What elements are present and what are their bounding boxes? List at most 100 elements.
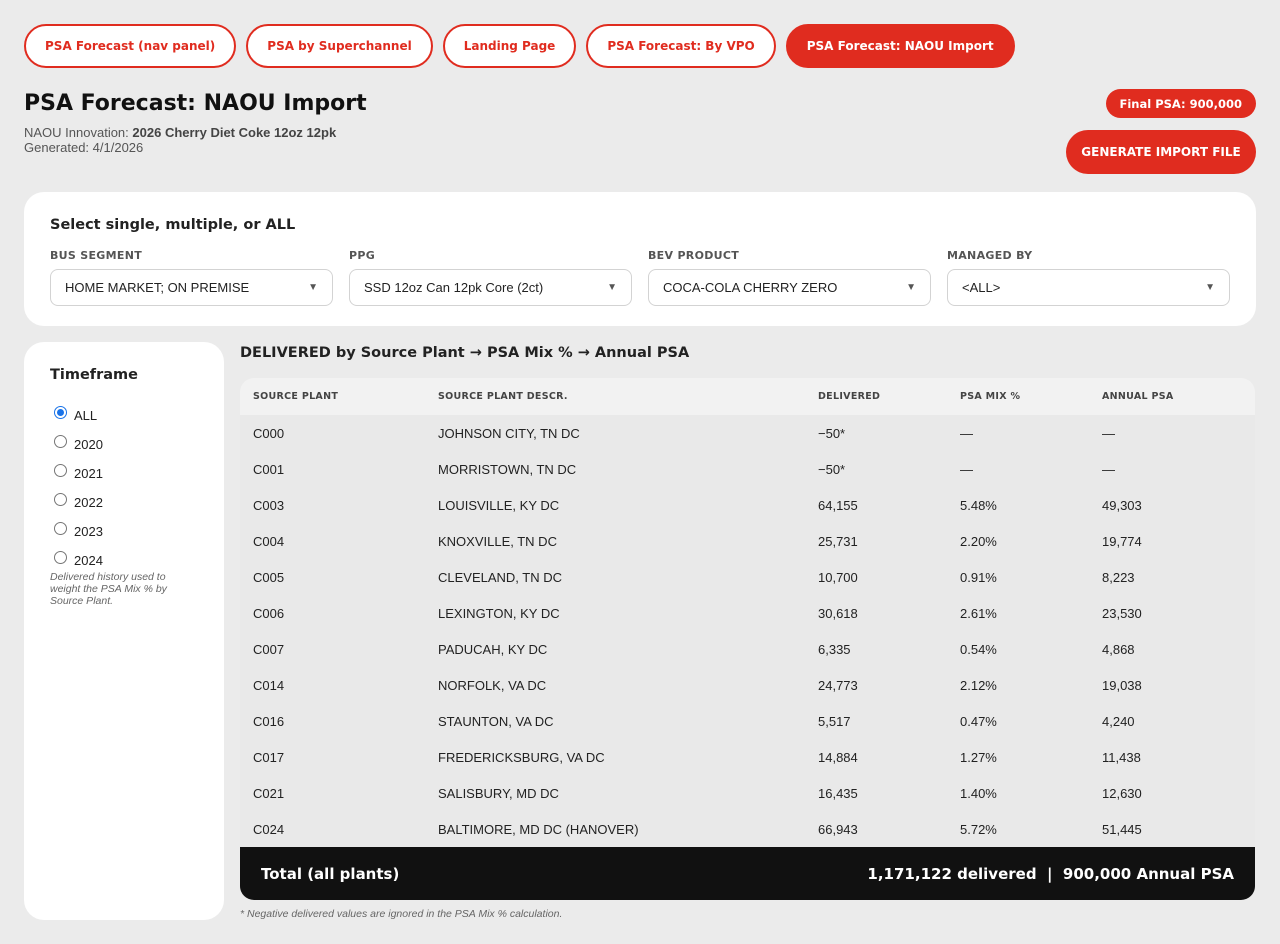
cell-psa-mix: 0.47%: [960, 713, 997, 729]
cell-source-plant-descr: JOHNSON CITY, TN DC: [438, 425, 580, 441]
ppg-select[interactable]: SSD 12oz Can 12pk Core (2ct) ▼: [349, 269, 632, 306]
cell-source-plant-descr: BALTIMORE, MD DC (HANOVER): [438, 821, 639, 837]
table-row: C004 KNOXVILLE, TN DC 25,731 2.20% 19,774: [240, 523, 1255, 559]
timeframe-option-2023[interactable]: 2023: [54, 517, 103, 546]
table-row: C005 CLEVELAND, TN DC 10,700 0.91% 8,223: [240, 559, 1255, 595]
cell-source-plant-descr: MORRISTOWN, TN DC: [438, 461, 577, 477]
filter-bus-segment: BUS SEGMENT HOME MARKET; ON PREMISE ▼: [50, 249, 333, 306]
column-header-delivered: DELIVERED: [818, 391, 881, 402]
cell-source-plant: C003: [253, 497, 285, 513]
psa-table-container: SOURCE PLANT SOURCE PLANT DESCR. DELIVER…: [240, 378, 1255, 900]
bev-product-select[interactable]: COCA-COLA CHERRY ZERO ▼: [648, 269, 931, 306]
final-psa-badge: Final PSA: 900,000: [1105, 89, 1256, 118]
cell-source-plant-descr: LEXINGTON, KY DC: [438, 605, 560, 621]
cell-annual-psa: —: [1102, 425, 1115, 441]
cell-annual-psa: —: [1102, 461, 1115, 477]
column-header-annual-psa: ANNUAL PSA: [1102, 391, 1174, 402]
radio-button[interactable]: [54, 551, 67, 564]
cell-source-plant: C014: [253, 677, 285, 693]
radio-button[interactable]: [54, 406, 67, 419]
table-row: C016 STAUNTON, VA DC 5,517 0.47% 4,240: [240, 703, 1255, 739]
innovation-value: 2026 Cherry Diet Coke 12oz 12pk: [132, 125, 337, 140]
cell-delivered: 24,773: [818, 677, 858, 693]
tab-psa-forecast-by-vpo[interactable]: PSA Forecast: By VPO: [586, 24, 776, 68]
tab-psa-by-superchannel[interactable]: PSA by Superchannel: [246, 24, 433, 68]
cell-source-plant-descr: FREDERICKSBURG, VA DC: [438, 749, 605, 765]
timeframe-option-2020[interactable]: 2020: [54, 430, 103, 459]
cell-annual-psa: 49,303: [1102, 497, 1142, 513]
tab-landing-page[interactable]: Landing Page: [442, 24, 577, 68]
table-row: C003 LOUISVILLE, KY DC 64,155 5.48% 49,303: [240, 487, 1255, 523]
timeframe-option-all[interactable]: ALL: [54, 401, 103, 430]
managed-by-select[interactable]: <ALL> ▼: [947, 269, 1230, 306]
cell-source-plant-descr: SALISBURY, MD DC: [438, 785, 559, 801]
cell-annual-psa: 19,774: [1102, 533, 1142, 549]
filter-label: BUS SEGMENT: [50, 249, 143, 262]
table-row: C007 PADUCAH, KY DC 6,335 0.54% 4,868: [240, 631, 1255, 667]
innovation-label: NAOU Innovation:: [24, 125, 129, 140]
generate-import-file-button[interactable]: GENERATE IMPORT FILE: [1066, 130, 1256, 174]
filter-ppg: PPG SSD 12oz Can 12pk Core (2ct) ▼: [349, 249, 632, 306]
cell-annual-psa: 12,630: [1102, 785, 1142, 801]
filter-bev-product: BEV PRODUCT COCA-COLA CHERRY ZERO ▼: [648, 249, 931, 306]
column-header-source-plant-descr: SOURCE PLANT DESCR.: [438, 391, 568, 402]
cell-psa-mix: 2.61%: [960, 605, 997, 621]
cell-psa-mix: 5.48%: [960, 497, 997, 513]
table-row: C006 LEXINGTON, KY DC 30,618 2.61% 23,530: [240, 595, 1255, 631]
cell-psa-mix: —: [960, 461, 973, 477]
cell-source-plant: C007: [253, 641, 285, 657]
page-meta: NAOU Innovation: 2026 Cherry Diet Coke 1…: [24, 125, 336, 155]
cell-delivered: 14,884: [818, 749, 858, 765]
radio-button[interactable]: [54, 435, 67, 448]
table-header-row: SOURCE PLANT SOURCE PLANT DESCR. DELIVER…: [240, 378, 1255, 415]
cell-delivered: −50*: [818, 425, 846, 441]
cell-psa-mix: 5.72%: [960, 821, 997, 837]
cell-source-plant: C006: [253, 605, 285, 621]
radio-label: 2024: [74, 553, 103, 568]
cell-source-plant: C000: [253, 425, 285, 441]
cell-source-plant: C001: [253, 461, 285, 477]
tab-psa-forecast-naou-import[interactable]: PSA Forecast: NAOU Import: [785, 24, 1015, 68]
cell-source-plant: C016: [253, 713, 285, 729]
radio-label: 2020: [74, 437, 103, 452]
cell-psa-mix: 1.27%: [960, 749, 997, 765]
top-nav: PSA Forecast (nav panel) PSA by Supercha…: [24, 24, 1015, 68]
cell-source-plant-descr: PADUCAH, KY DC: [438, 641, 548, 657]
psa-table: SOURCE PLANT SOURCE PLANT DESCR. DELIVER…: [240, 378, 1255, 847]
timeframe-option-2021[interactable]: 2021: [54, 459, 103, 488]
cell-source-plant: C024: [253, 821, 285, 837]
cell-source-plant: C005: [253, 569, 285, 585]
radio-label: 2021: [74, 466, 103, 481]
cell-psa-mix: 2.20%: [960, 533, 997, 549]
tab-psa-forecast-nav-panel[interactable]: PSA Forecast (nav panel): [24, 24, 237, 68]
column-header-source-plant: SOURCE PLANT: [253, 391, 339, 402]
cell-annual-psa: 4,868: [1102, 641, 1135, 657]
page-title: PSA Forecast: NAOU Import: [24, 91, 367, 116]
select-value: COCA-COLA CHERRY ZERO: [663, 280, 838, 295]
filter-heading: Select single, multiple, or ALL: [50, 217, 296, 233]
cell-annual-psa: 51,445: [1102, 821, 1142, 837]
timeframe-option-2022[interactable]: 2022: [54, 488, 103, 517]
filter-card: Select single, multiple, or ALL BUS SEGM…: [24, 192, 1256, 326]
radio-button[interactable]: [54, 464, 67, 477]
select-value: HOME MARKET; ON PREMISE: [65, 280, 250, 295]
cell-delivered: −50*: [818, 461, 846, 477]
radio-label: 2023: [74, 524, 103, 539]
cell-source-plant-descr: LOUISVILLE, KY DC: [438, 497, 560, 513]
cell-delivered: 25,731: [818, 533, 858, 549]
table-row: C000 JOHNSON CITY, TN DC −50* — —: [240, 415, 1255, 451]
cell-psa-mix: 0.91%: [960, 569, 997, 585]
filter-label: MANAGED BY: [947, 249, 1033, 262]
cell-source-plant-descr: STAUNTON, VA DC: [438, 713, 554, 729]
cell-annual-psa: 11,438: [1102, 749, 1141, 765]
cell-psa-mix: 1.40%: [960, 785, 997, 801]
cell-delivered: 16,435: [818, 785, 858, 801]
cell-annual-psa: 23,530: [1102, 605, 1142, 621]
cell-source-plant: C004: [253, 533, 285, 549]
timeframe-card: Timeframe ALL 2020 2021 2022 2023 2024 D…: [24, 342, 224, 920]
bus-segment-select[interactable]: HOME MARKET; ON PREMISE ▼: [50, 269, 333, 306]
radio-button[interactable]: [54, 493, 67, 506]
cell-source-plant-descr: CLEVELAND, TN DC: [438, 569, 563, 585]
radio-button[interactable]: [54, 522, 67, 535]
filter-label: BEV PRODUCT: [648, 249, 740, 262]
